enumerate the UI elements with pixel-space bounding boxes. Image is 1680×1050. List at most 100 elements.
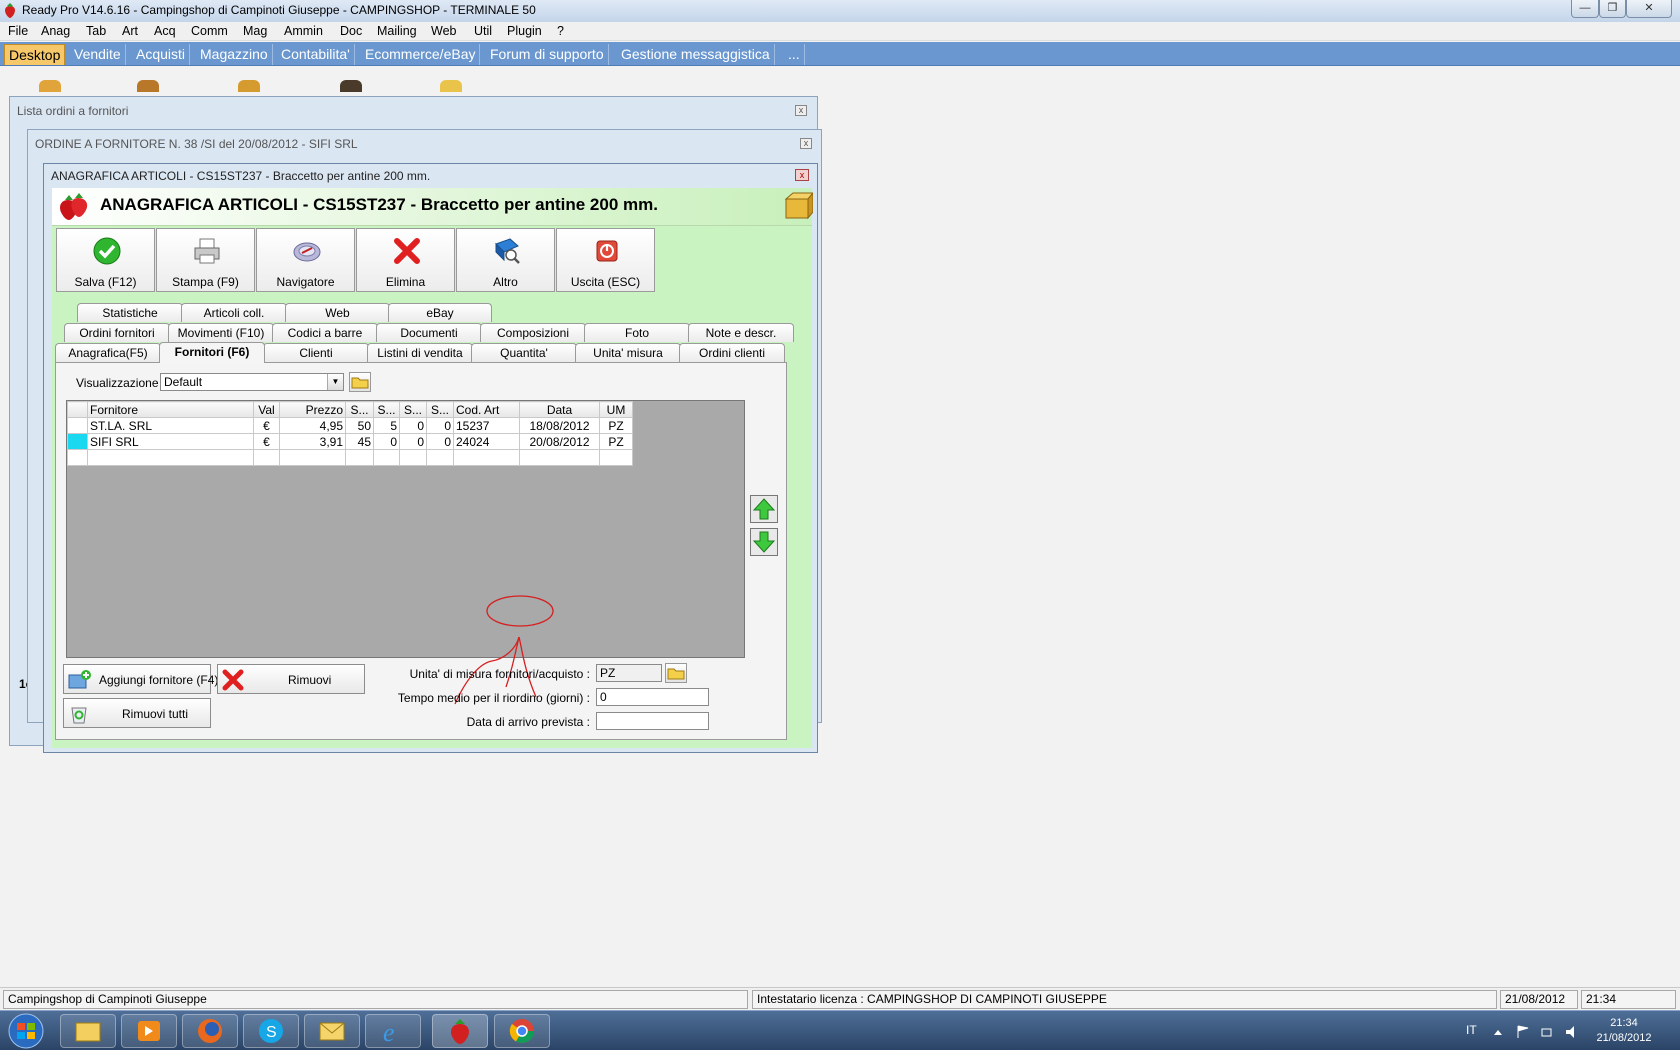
save-button[interactable]: Salva (F12) — [56, 228, 155, 292]
tab-more[interactable]: ... — [784, 44, 805, 65]
minimize-button[interactable]: — — [1571, 0, 1599, 18]
menu-plugin[interactable]: Plugin — [507, 24, 542, 38]
menu-web[interactable]: Web — [431, 24, 456, 38]
col-sconto3[interactable]: S... — [399, 401, 427, 418]
menu-mag[interactable]: Mag — [243, 24, 267, 38]
menu-ammin[interactable]: Ammin — [284, 24, 323, 38]
close-icon[interactable]: x — [795, 169, 809, 181]
tab-ebay[interactable]: eBay — [388, 303, 492, 322]
remove-button[interactable]: Rimuovi — [217, 664, 365, 694]
suppliers-grid-area[interactable]: Fornitore Val Prezzo S... S... S... S...… — [66, 400, 745, 658]
maximize-button[interactable]: ❐ — [1599, 0, 1626, 18]
tab-foto[interactable]: Foto — [584, 323, 690, 342]
menu-tab[interactable]: Tab — [86, 24, 106, 38]
visualizzazione-select[interactable]: Default ▼ — [160, 373, 344, 391]
menu-mailing[interactable]: Mailing — [377, 24, 417, 38]
cell-cod-art[interactable]: 15237 — [453, 417, 520, 434]
tab-ordini-clienti[interactable]: Ordini clienti — [679, 343, 785, 362]
cell-sconto4[interactable]: 0 — [426, 417, 454, 434]
menu-acq[interactable]: Acq — [154, 24, 176, 38]
cell-sconto2[interactable]: 0 — [373, 433, 400, 450]
exit-button[interactable]: Uscita (ESC) — [556, 228, 655, 292]
cell-data[interactable]: 18/08/2012 — [519, 417, 600, 434]
cell-fornitore[interactable]: SIFI SRL — [87, 433, 254, 450]
cell-cod-art[interactable]: 24024 — [453, 433, 520, 450]
cell-sconto1[interactable]: 45 — [345, 433, 374, 450]
tab-note-descr[interactable]: Note e descr. — [688, 323, 794, 342]
folder-button[interactable] — [349, 372, 371, 392]
cell-data[interactable]: 20/08/2012 — [519, 433, 600, 450]
um-field[interactable]: PZ — [596, 664, 662, 682]
menu-art[interactable]: Art — [122, 24, 138, 38]
other-button[interactable]: Altro — [456, 228, 555, 292]
cell-prezzo[interactable]: 4,95 — [279, 417, 346, 434]
menu-anag[interactable]: Anag — [41, 24, 70, 38]
tab-contabilita[interactable]: Contabilita' — [277, 44, 355, 65]
cell-prezzo[interactable]: 3,91 — [279, 433, 346, 450]
cell-um[interactable]: PZ — [599, 417, 633, 434]
col-sconto2[interactable]: S... — [373, 401, 400, 418]
tab-statistiche[interactable]: Statistiche — [77, 303, 183, 322]
start-button[interactable] — [4, 1012, 48, 1050]
chevron-down-icon[interactable]: ▼ — [327, 374, 343, 390]
taskbar-media-player[interactable] — [121, 1014, 177, 1048]
cell-val[interactable]: € — [253, 417, 280, 434]
close-button[interactable]: ✕ — [1626, 0, 1672, 18]
desktop-icon[interactable] — [340, 80, 362, 92]
menu-comm[interactable]: Comm — [191, 24, 228, 38]
tray-clock[interactable]: 21:34 21/08/2012 — [1594, 1016, 1654, 1046]
print-button[interactable]: Stampa (F9) — [156, 228, 255, 292]
tray-icons[interactable] — [1492, 1024, 1592, 1040]
menu-doc[interactable]: Doc — [340, 24, 362, 38]
tab-ordini-fornitori[interactable]: Ordini fornitori — [64, 323, 170, 342]
close-icon[interactable]: x — [795, 105, 807, 116]
cell-sconto4[interactable]: 0 — [426, 433, 454, 450]
tab-codici-a-barre[interactable]: Codici a barre — [272, 323, 378, 342]
col-data[interactable]: Data — [519, 401, 600, 418]
table-row[interactable]: SIFI SRL € 3,91 45 0 0 0 24024 20/08/201… — [67, 433, 633, 450]
table-row[interactable]: ST.LA. SRL € 4,95 50 5 0 0 15237 18/08/2… — [67, 417, 633, 434]
menu-util[interactable]: Util — [474, 24, 492, 38]
desktop-icon[interactable] — [440, 80, 462, 92]
col-sconto4[interactable]: S... — [426, 401, 454, 418]
taskbar-firefox[interactable] — [182, 1014, 238, 1048]
tab-web[interactable]: Web — [285, 303, 390, 322]
desktop-icon[interactable] — [238, 80, 260, 92]
tab-composizioni[interactable]: Composizioni — [480, 323, 586, 342]
table-row-empty[interactable] — [67, 449, 633, 466]
cell-fornitore[interactable]: ST.LA. SRL — [87, 417, 254, 434]
tab-anagrafica[interactable]: Anagrafica(F5) — [55, 343, 161, 362]
tab-documenti[interactable]: Documenti — [376, 323, 482, 342]
navigator-button[interactable]: Navigatore — [256, 228, 355, 292]
taskbar-ie[interactable]: e — [365, 1014, 421, 1048]
tab-acquisti[interactable]: Acquisti — [132, 44, 191, 65]
taskbar-mail[interactable] — [304, 1014, 360, 1048]
move-up-button[interactable] — [750, 495, 778, 523]
taskbar-explorer[interactable] — [60, 1014, 116, 1048]
um-folder-button[interactable] — [665, 663, 687, 683]
tab-fornitori[interactable]: Fornitori (F6) — [159, 342, 265, 363]
tab-messaggistica[interactable]: Gestione messaggistica — [617, 44, 775, 65]
taskbar-readypro[interactable] — [432, 1014, 488, 1048]
cell-sconto1[interactable]: 50 — [345, 417, 374, 434]
menu-file[interactable]: File — [8, 24, 28, 38]
taskbar-skype[interactable]: S — [243, 1014, 299, 1048]
delete-button[interactable]: Elimina — [356, 228, 455, 292]
menu-help[interactable]: ? — [557, 24, 564, 38]
tab-listini[interactable]: Listini di vendita — [367, 343, 473, 362]
arrival-field[interactable] — [596, 712, 709, 730]
col-val[interactable]: Val — [253, 401, 280, 418]
desktop-icon[interactable] — [137, 80, 159, 92]
cell-um[interactable]: PZ — [599, 433, 633, 450]
close-icon[interactable]: x — [800, 138, 812, 149]
taskbar-chrome[interactable] — [494, 1014, 550, 1048]
col-um[interactable]: UM — [599, 401, 633, 418]
col-fornitore[interactable]: Fornitore — [87, 401, 254, 418]
cell-sconto3[interactable]: 0 — [399, 433, 427, 450]
desktop-icon[interactable] — [39, 80, 61, 92]
cell-val[interactable]: € — [253, 433, 280, 450]
tab-forum[interactable]: Forum di supporto — [486, 44, 609, 65]
tab-desktop[interactable]: Desktop — [4, 44, 66, 65]
move-down-button[interactable] — [750, 528, 778, 556]
tab-movimenti[interactable]: Movimenti (F10) — [168, 323, 274, 342]
